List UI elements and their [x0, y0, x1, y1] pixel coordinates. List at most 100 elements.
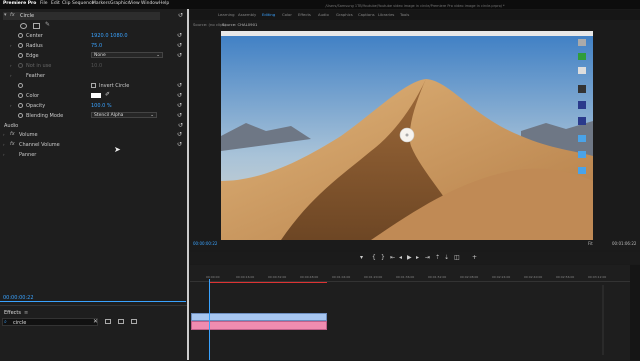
menu-sequence[interactable]: Sequence — [72, 1, 94, 6]
workspace-audio[interactable]: Audio — [318, 12, 329, 17]
step-forward-icon[interactable]: ▸ — [416, 254, 419, 261]
audio-clip[interactable] — [191, 321, 327, 330]
radius-value[interactable]: 75.0 — [91, 43, 102, 49]
menu-edit[interactable]: Edit — [51, 1, 60, 6]
export-frame-icon[interactable]: ◫ — [454, 254, 460, 261]
stopwatch-icon[interactable] — [18, 103, 23, 108]
stopwatch-icon[interactable] — [18, 93, 23, 98]
reset-icon[interactable]: ↺ — [177, 32, 182, 39]
yuv-effects-icon[interactable] — [131, 319, 137, 324]
stopwatch-icon[interactable] — [18, 43, 23, 48]
stopwatch-icon[interactable] — [18, 113, 23, 118]
step-back-icon[interactable]: ◂ — [399, 254, 402, 261]
desktop-icon[interactable] — [578, 67, 586, 74]
stopwatch-icon[interactable] — [18, 53, 23, 58]
32bit-effects-icon[interactable] — [118, 319, 124, 324]
audio-panner[interactable]: › Panner — [0, 150, 186, 160]
expand-arrow-icon[interactable]: › — [10, 103, 12, 108]
workspace-captions[interactable]: Captions — [358, 12, 375, 17]
reset-icon[interactable]: ↺ — [177, 92, 182, 99]
expand-arrow-icon[interactable]: ▾ — [4, 12, 7, 18]
program-tab[interactable]: Source: CHAL0901 — [222, 22, 257, 27]
desktop-icon[interactable] — [578, 101, 586, 109]
expand-arrow-icon[interactable]: › — [3, 142, 5, 147]
reset-icon[interactable]: ↺ — [177, 102, 182, 109]
menu-view[interactable]: View — [129, 1, 140, 6]
menu-graphics[interactable]: Graphics — [110, 1, 130, 6]
program-video-frame[interactable] — [221, 31, 593, 240]
workspace-graphics[interactable]: Graphics — [336, 12, 353, 17]
folder-icon[interactable] — [578, 167, 586, 174]
audio-volume[interactable]: › fx Volume ↺ — [0, 130, 186, 140]
workspace-tools[interactable]: Tools — [400, 12, 409, 17]
expand-arrow-icon[interactable]: › — [10, 73, 12, 78]
desktop-icon[interactable] — [578, 53, 586, 60]
workspace-color[interactable]: Color — [282, 12, 292, 17]
mark-in-icon[interactable]: ▾ — [360, 254, 363, 261]
reset-icon[interactable]: ↺ — [177, 52, 182, 59]
effect-controls-timecode[interactable]: 00:00:00:22 — [3, 295, 34, 301]
folder-icon[interactable] — [578, 151, 586, 158]
accelerated-effects-icon[interactable] — [105, 319, 111, 324]
effects-search-input[interactable]: ⌕ circle — [2, 318, 98, 326]
timeline-scrollbar[interactable] — [602, 285, 604, 355]
playhead[interactable] — [209, 279, 210, 360]
go-to-out-icon[interactable]: ⇥ — [425, 254, 430, 261]
expand-arrow-icon[interactable]: › — [3, 152, 5, 157]
menu-clip[interactable]: Clip — [62, 1, 71, 6]
reset-icon[interactable]: ↺ — [177, 42, 182, 49]
fit-dropdown[interactable]: Fit — [588, 241, 593, 246]
edge-dropdown[interactable]: None ⌄ — [91, 52, 163, 58]
audio-reset-icon[interactable]: ↺ — [178, 122, 183, 129]
video-clip[interactable] — [191, 313, 327, 321]
invert-checkbox[interactable] — [91, 83, 96, 88]
extract-icon[interactable]: ⇣ — [444, 254, 449, 261]
reset-icon[interactable]: ↺ — [177, 141, 182, 148]
audio-channel-volume[interactable]: › fx Channel Volume ↺ — [0, 140, 186, 150]
reset-icon[interactable]: ↺ — [177, 131, 182, 138]
workspace-editing[interactable]: Editing — [262, 12, 275, 17]
desktop-icon[interactable] — [578, 117, 586, 125]
center-value[interactable]: 1920.0 1080.0 — [91, 33, 128, 39]
time-ruler[interactable]: 00:00:00 00:00:16:00 00:00:32:00 00:00:4… — [190, 273, 640, 282]
workspace-assembly[interactable]: Assembly — [238, 12, 256, 17]
effects-panel-title[interactable]: Effects — [4, 310, 21, 316]
go-to-in-icon[interactable]: ⇤ — [390, 254, 395, 261]
ellipse-mask-icon[interactable] — [20, 23, 27, 29]
stopwatch-icon[interactable] — [18, 33, 23, 38]
reset-icon[interactable]: ↺ — [177, 82, 182, 89]
effect-header[interactable]: ▾ fx Circle — [3, 12, 160, 20]
stopwatch-icon[interactable] — [18, 83, 23, 88]
blending-mode-dropdown[interactable]: Stencil Alpha ⌄ — [91, 112, 157, 118]
add-button-icon[interactable]: + — [472, 254, 477, 261]
mark-out-bracket-icon[interactable]: } — [381, 254, 385, 261]
program-timecode[interactable]: 00:00:00:22 — [193, 241, 217, 246]
lift-icon[interactable]: ⇡ — [435, 254, 440, 261]
menu-help[interactable]: Help — [159, 1, 169, 6]
opacity-value[interactable]: 100.0 % — [91, 103, 112, 109]
panel-menu-icon[interactable]: ≡ — [24, 310, 28, 316]
desktop-icon[interactable] — [578, 39, 586, 46]
reset-icon[interactable]: ↺ — [178, 12, 183, 19]
workspace-effects[interactable]: Effects — [298, 12, 311, 17]
workspace-libraries[interactable]: Libraries — [378, 12, 394, 17]
clear-search-icon[interactable]: ✕ — [93, 318, 98, 325]
property-label: Opacity — [26, 103, 46, 109]
reset-icon[interactable]: ↺ — [177, 112, 182, 119]
menu-file[interactable]: File — [40, 1, 48, 6]
play-icon[interactable]: ▶ — [407, 254, 412, 261]
folder-icon[interactable] — [578, 135, 586, 142]
expand-arrow-icon[interactable]: › — [10, 43, 12, 48]
color-swatch[interactable] — [91, 93, 101, 98]
menu-window[interactable]: Window — [141, 1, 159, 6]
mark-in-bracket-icon[interactable]: { — [372, 254, 376, 261]
menu-markers[interactable]: Markers — [92, 1, 110, 6]
desktop-icon[interactable] — [578, 85, 586, 93]
rectangle-mask-icon[interactable] — [33, 23, 40, 29]
app-menu[interactable]: Premiere Pro — [3, 1, 36, 6]
pen-mask-icon[interactable]: ✎ — [45, 21, 50, 28]
expand-arrow-icon[interactable]: › — [3, 132, 5, 137]
expand-arrow-icon[interactable]: › — [10, 63, 12, 68]
workspace-learning[interactable]: Learning — [218, 12, 234, 17]
eyedropper-icon[interactable]: ✐ — [105, 91, 110, 98]
